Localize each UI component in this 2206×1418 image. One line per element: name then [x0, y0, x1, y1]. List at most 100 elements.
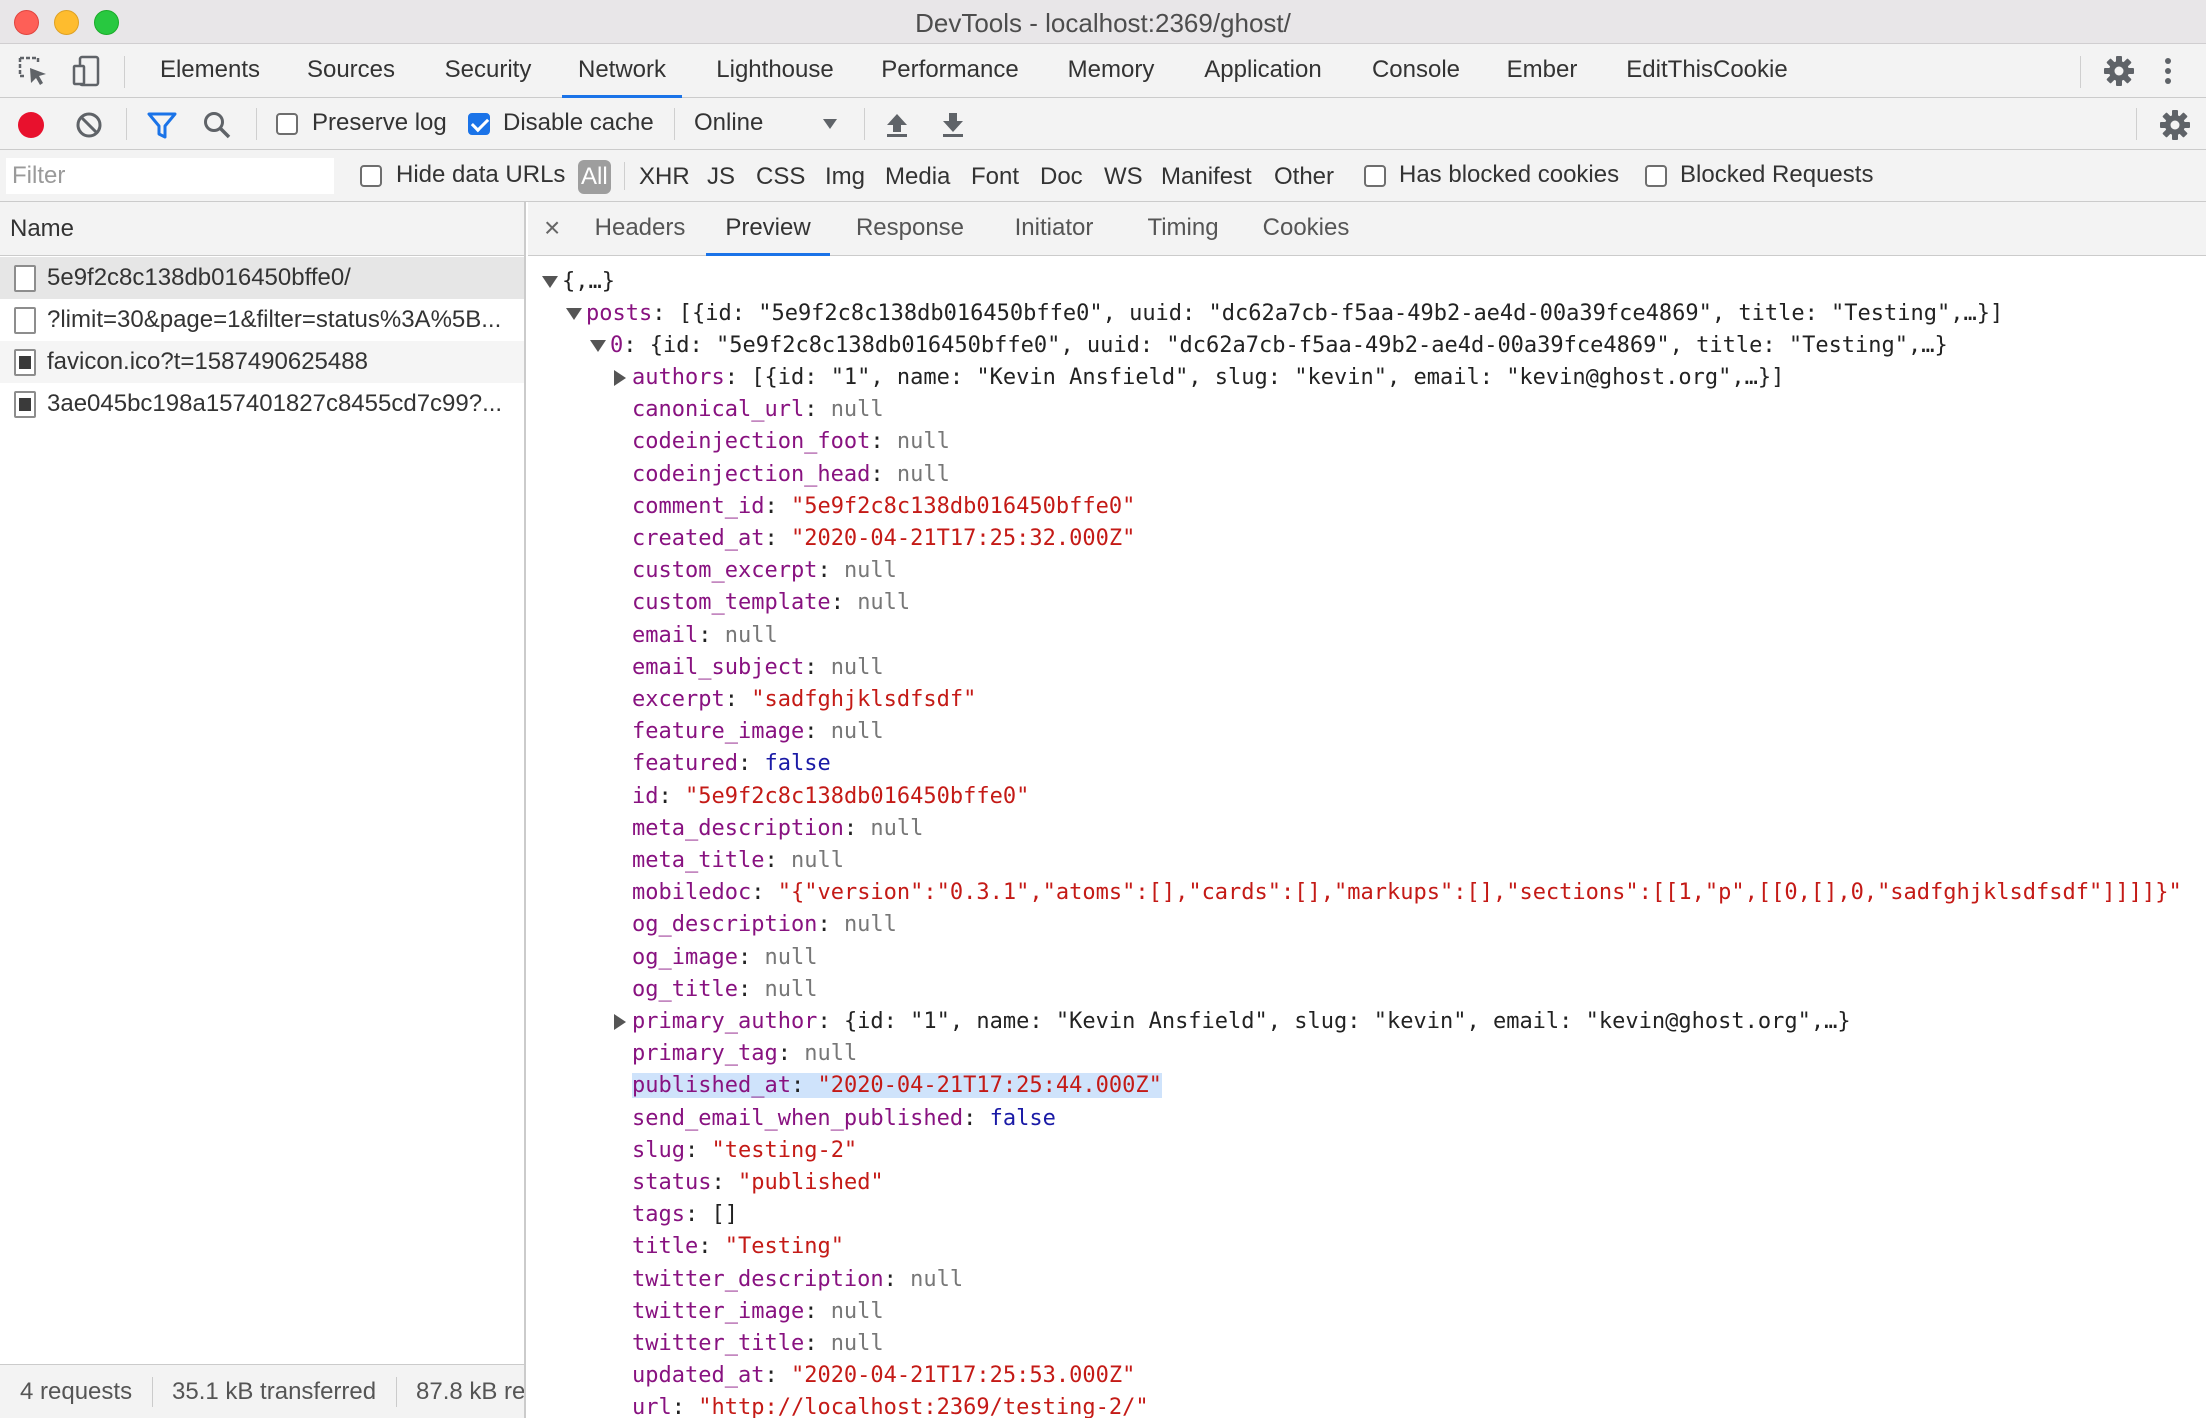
tab-elements[interactable]: Elements	[150, 44, 270, 98]
json-field-row[interactable]: url: "http://localhost:2369/testing-2/"	[632, 1392, 1149, 1418]
json-field-row[interactable]: authors: [{id: "1", name: "Kevin Ansfiel…	[632, 362, 1784, 394]
tab-initiator[interactable]: Initiator	[990, 202, 1118, 256]
json-value: null	[764, 977, 818, 1002]
disable-cache-checkbox[interactable]	[468, 113, 490, 135]
network-settings-gear-icon[interactable]	[2158, 108, 2192, 142]
tab-headers[interactable]: Headers	[578, 202, 702, 256]
json-field-row[interactable]: og_image: null	[632, 942, 817, 974]
json-field-row[interactable]: canonical_url: null	[632, 394, 884, 426]
summary-separator	[152, 1377, 153, 1407]
filter-input[interactable]	[6, 158, 334, 194]
filter-type-js[interactable]: JS	[704, 160, 738, 194]
filter-type-css[interactable]: CSS	[753, 160, 808, 194]
json-field-row[interactable]: twitter_image: null	[632, 1296, 884, 1328]
json-field-row[interactable]: custom_template: null	[632, 587, 910, 619]
close-detail-icon[interactable]: ×	[544, 212, 560, 244]
json-field-row[interactable]: email_subject: null	[632, 652, 884, 684]
tab-network[interactable]: Network	[562, 44, 682, 98]
import-har-upload-icon[interactable]	[882, 110, 912, 140]
filter-type-ws[interactable]: WS	[1101, 160, 1146, 194]
clear-icon[interactable]	[74, 110, 104, 140]
blocked-requests-checkbox[interactable]	[1645, 165, 1667, 187]
request-row[interactable]: 5e9f2c8c138db016450bffe0/	[0, 257, 524, 299]
hide-data-urls-checkbox[interactable]	[360, 165, 382, 187]
tab-sources[interactable]: Sources	[292, 44, 410, 98]
tab-cookies[interactable]: Cookies	[1246, 202, 1366, 256]
tab-console[interactable]: Console	[1360, 44, 1472, 98]
json-field-row[interactable]: codeinjection_foot: null	[632, 426, 950, 458]
tab-ember[interactable]: Ember	[1496, 44, 1588, 98]
json-field-row[interactable]: status: "published"	[632, 1167, 884, 1199]
json-field-row[interactable]: mobiledoc: "{"version":"0.3.1","atoms":[…	[632, 877, 2182, 909]
name-column-header[interactable]: Name	[0, 202, 524, 256]
json-field-row[interactable]: meta_description: null	[632, 813, 923, 845]
expand-toggle-icon[interactable]	[590, 340, 606, 352]
tab-response[interactable]: Response	[838, 202, 982, 256]
json-field-row[interactable]: og_title: null	[632, 974, 817, 1006]
json-field-row[interactable]: slug: "testing-2"	[632, 1135, 857, 1167]
tab-timing[interactable]: Timing	[1128, 202, 1238, 256]
json-key: primary_tag	[632, 1041, 778, 1066]
search-icon[interactable]	[202, 110, 232, 140]
device-toolbar-icon[interactable]	[70, 54, 104, 88]
json-field-row[interactable]: twitter_title: null	[632, 1328, 884, 1360]
expand-toggle-icon[interactable]	[614, 370, 626, 386]
json-field-row[interactable]: comment_id: "5e9f2c8c138db016450bffe0"	[632, 491, 1135, 523]
json-field-row[interactable]: primary_tag: null	[632, 1038, 857, 1070]
throttling-select[interactable]: Online	[688, 104, 844, 144]
json-field-row[interactable]: updated_at: "2020-04-21T17:25:53.000Z"	[632, 1360, 1135, 1392]
json-field-row[interactable]: title: "Testing"	[632, 1231, 844, 1263]
filter-type-all[interactable]: All	[578, 160, 611, 194]
json-colon: :	[830, 590, 858, 615]
filter-type-media[interactable]: Media	[882, 160, 953, 194]
expand-toggle-icon[interactable]	[566, 308, 582, 320]
filter-type-xhr[interactable]: XHR	[636, 160, 693, 194]
filter-type-manifest[interactable]: Manifest	[1158, 160, 1255, 194]
json-field-row[interactable]: og_description: null	[632, 909, 897, 941]
inspect-element-icon[interactable]	[16, 54, 50, 88]
filter-funnel-icon[interactable]	[146, 110, 178, 140]
json-field-row[interactable]: tags: []	[632, 1199, 738, 1231]
json-field-row[interactable]: meta_title: null	[632, 845, 844, 877]
expand-toggle-icon[interactable]	[542, 276, 558, 288]
more-options-icon[interactable]	[2158, 54, 2178, 88]
disable-cache-label: Disable cache	[503, 109, 654, 136]
request-row[interactable]: favicon.ico?t=1587490625488	[0, 341, 524, 383]
expand-toggle-icon[interactable]	[614, 1014, 626, 1030]
has-blocked-cookies-label: Has blocked cookies	[1399, 161, 1620, 188]
export-har-download-icon[interactable]	[938, 110, 968, 140]
filter-type-doc[interactable]: Doc	[1037, 160, 1086, 194]
json-field-row[interactable]: send_email_when_published: false	[632, 1103, 1056, 1135]
tab-memory[interactable]: Memory	[1054, 44, 1168, 98]
json-field-row[interactable]: featured: false	[632, 748, 831, 780]
tab-lighthouse[interactable]: Lighthouse	[700, 44, 850, 98]
json-field-row[interactable]: id: "5e9f2c8c138db016450bffe0"	[632, 781, 1029, 813]
json-field-row[interactable]: excerpt: "sadfghjklsdfsdf"	[632, 684, 976, 716]
tab-application[interactable]: Application	[1192, 44, 1334, 98]
json-field: created_at: "2020-04-21T17:25:32.000Z"	[632, 526, 1135, 551]
request-row[interactable]: 3ae045bc198a157401827c8455cd7c99?...	[0, 383, 524, 425]
has-blocked-cookies-checkbox[interactable]	[1364, 165, 1386, 187]
preserve-log-checkbox[interactable]	[276, 113, 298, 135]
tab-editthiscookie[interactable]: EditThisCookie	[1614, 44, 1800, 98]
settings-gear-icon[interactable]	[2102, 54, 2136, 88]
filter-type-other[interactable]: Other	[1271, 160, 1337, 194]
json-field: twitter_image: null	[632, 1299, 884, 1324]
filter-type-img[interactable]: Img	[822, 160, 868, 194]
json-field-row[interactable]: custom_excerpt: null	[632, 555, 897, 587]
json-field: codeinjection_head: null	[632, 462, 950, 487]
filter-type-font[interactable]: Font	[968, 160, 1022, 194]
json-field-row[interactable]: twitter_description: null	[632, 1264, 963, 1296]
tab-security[interactable]: Security	[430, 44, 546, 98]
json-field-row[interactable]: feature_image: null	[632, 716, 884, 748]
json-field-row[interactable]: published_at: "2020-04-21T17:25:44.000Z"	[632, 1070, 1162, 1102]
json-field-row[interactable]: primary_author: {id: "1", name: "Kevin A…	[632, 1006, 1851, 1038]
json-field-row[interactable]: email: null	[632, 620, 778, 652]
tab-performance[interactable]: Performance	[870, 44, 1030, 98]
record-icon[interactable]	[16, 110, 46, 140]
json-field-row[interactable]: created_at: "2020-04-21T17:25:32.000Z"	[632, 523, 1135, 555]
json-field-row[interactable]: codeinjection_head: null	[632, 459, 950, 491]
request-row[interactable]: ?limit=30&page=1&filter=status%3A%5B...	[0, 299, 524, 341]
json-colon: :	[764, 494, 791, 519]
tab-preview[interactable]: Preview	[706, 202, 830, 256]
